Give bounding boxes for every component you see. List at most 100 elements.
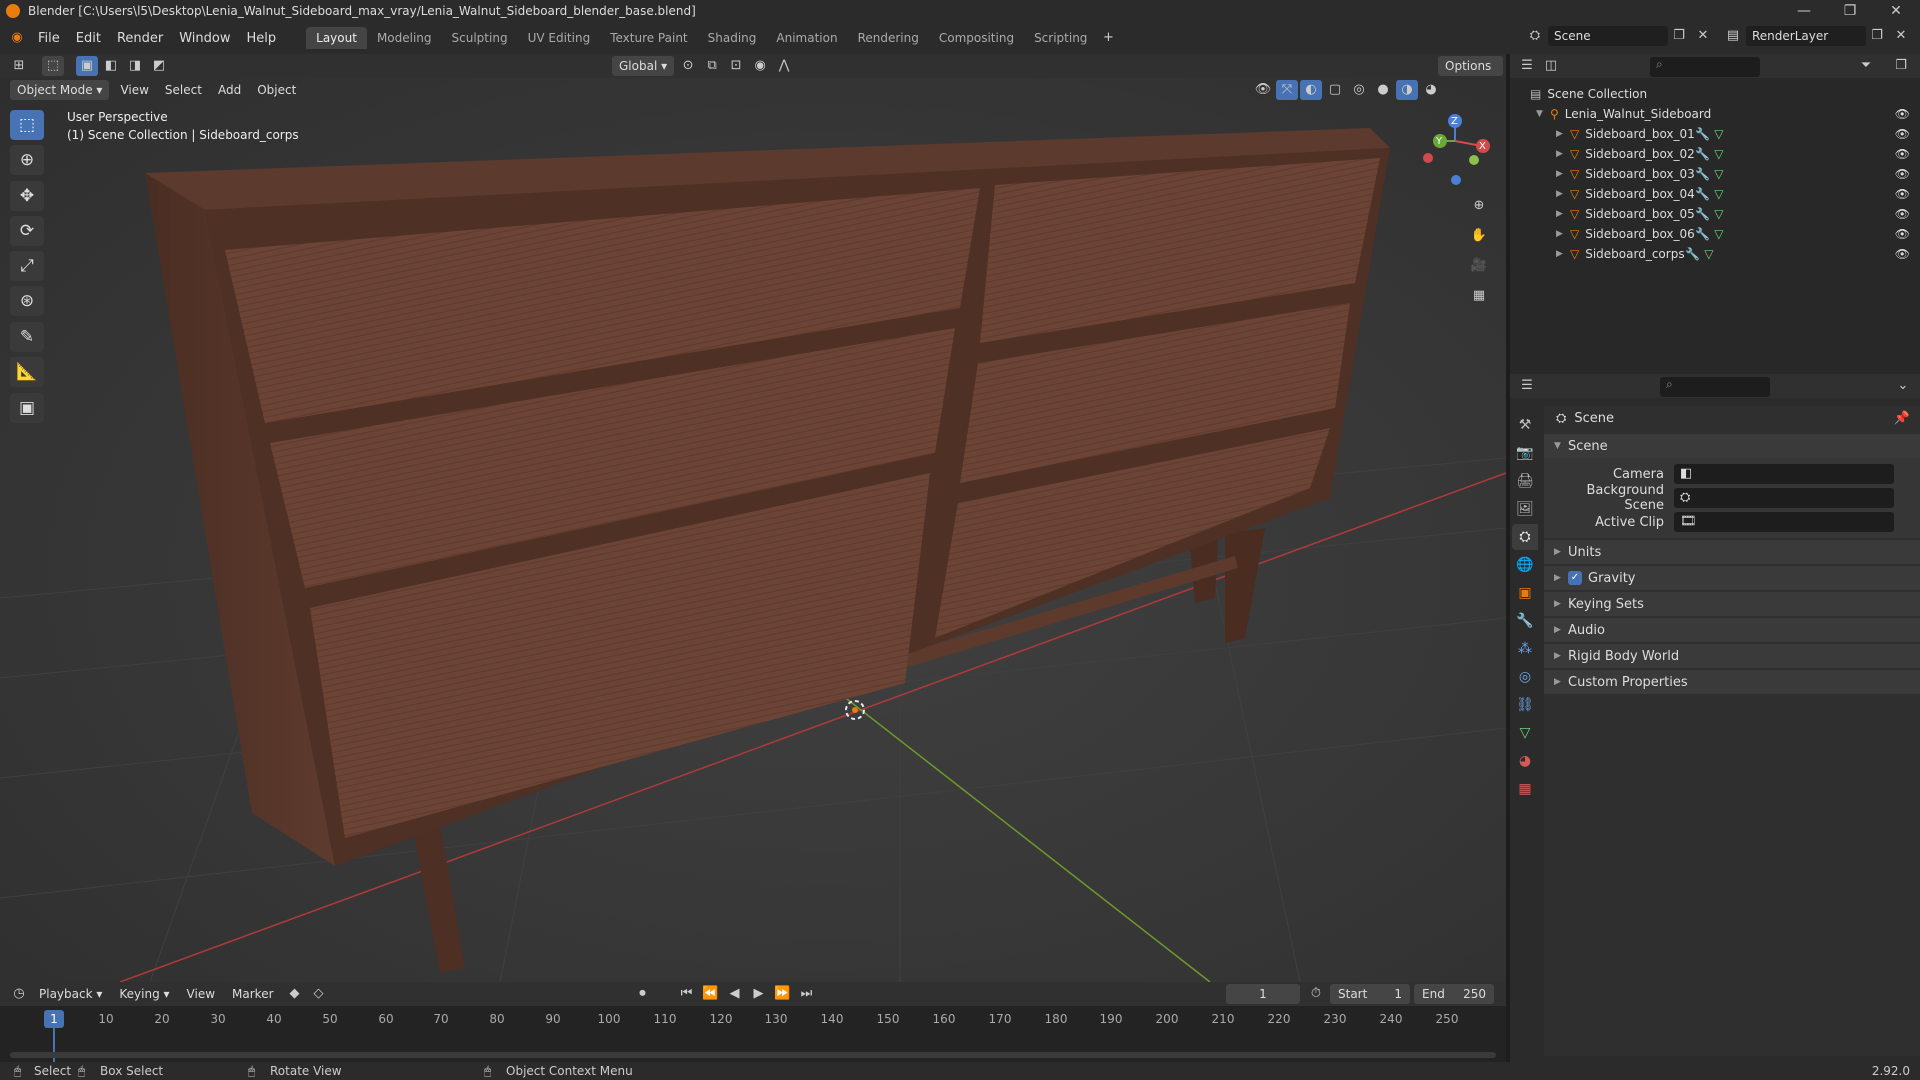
- tab-sculpting[interactable]: Sculpting: [442, 27, 518, 49]
- editor-type-icon[interactable]: ⊞: [8, 56, 30, 76]
- texture-tab-icon[interactable]: ▦: [1512, 776, 1538, 802]
- keying-sets-panel-header[interactable]: ▶ Keying Sets: [1544, 592, 1920, 616]
- panel-expand-icon[interactable]: ▶: [1554, 651, 1568, 661]
- cursor-tool-icon[interactable]: ⊕: [10, 145, 44, 175]
- particles-tab-icon[interactable]: ⁂: [1512, 636, 1538, 662]
- scene-tab-icon[interactable]: ⛭: [1512, 524, 1538, 550]
- ortho-grid-icon[interactable]: ▦: [1468, 286, 1490, 306]
- expand-arrow-icon[interactable]: ▶: [1556, 149, 1570, 159]
- select-mode-intersect-icon[interactable]: ◩: [148, 56, 170, 76]
- visibility-eye-icon[interactable]: 👁: [1895, 207, 1910, 221]
- jump-start-icon[interactable]: ⏮: [676, 984, 698, 1004]
- timeline-editor-type-icon[interactable]: ◷: [8, 984, 30, 1004]
- expand-arrow-icon[interactable]: ▶: [1556, 169, 1570, 179]
- xray-icon[interactable]: ▢: [1324, 80, 1346, 100]
- visibility-eye-icon[interactable]: 👁: [1895, 187, 1910, 201]
- rotate-tool-icon[interactable]: ⟳: [10, 216, 44, 246]
- display-mode-icon[interactable]: ◫: [1540, 56, 1562, 76]
- panel-expand-icon[interactable]: ▶: [1554, 625, 1568, 635]
- minimize-button[interactable]: —: [1782, 0, 1826, 22]
- render-layer-selector[interactable]: RenderLayer: [1746, 26, 1866, 46]
- outliner-item[interactable]: ▶ ▽ Sideboard_box_04 🔧 ▽ 👁: [1510, 184, 1920, 204]
- measure-tool-icon[interactable]: 📐: [10, 357, 44, 387]
- expand-arrow-icon[interactable]: ▶: [1556, 189, 1570, 199]
- tab-layout[interactable]: Layout: [306, 27, 367, 49]
- start-frame-field[interactable]: Start 1: [1330, 984, 1410, 1004]
- rigid-body-panel-header[interactable]: ▶ Rigid Body World: [1544, 644, 1920, 668]
- material-tab-icon[interactable]: ◕: [1512, 748, 1538, 774]
- visibility-eye-icon[interactable]: 👁: [1895, 167, 1910, 181]
- zoom-icon[interactable]: ⊕: [1468, 196, 1490, 216]
- outliner-item[interactable]: ▶ ▽ Sideboard_box_02 🔧 ▽ 👁: [1510, 144, 1920, 164]
- scene-selector[interactable]: Scene: [1548, 26, 1668, 46]
- camera-field[interactable]: ◧: [1674, 464, 1894, 484]
- move-tool-icon[interactable]: ✥: [10, 181, 44, 211]
- add-menu[interactable]: Add: [210, 83, 249, 97]
- scene-icon[interactable]: ⛭: [1524, 26, 1546, 46]
- menu-edit[interactable]: Edit: [68, 31, 109, 46]
- gravity-panel-header[interactable]: ▶ ✓ Gravity: [1544, 566, 1920, 590]
- select-mode-extend-icon[interactable]: ◧: [100, 56, 122, 76]
- wireframe-shading-icon[interactable]: ◎: [1348, 80, 1370, 100]
- delete-scene-icon[interactable]: ✕: [1692, 26, 1714, 46]
- tool-tab-icon[interactable]: ⚒: [1512, 412, 1538, 438]
- panel-expand-icon[interactable]: ▶: [1554, 677, 1568, 687]
- annotate-tool-icon[interactable]: ✎: [10, 322, 44, 352]
- keyframe-icon[interactable]: ◆: [284, 984, 306, 1004]
- world-tab-icon[interactable]: 🌐: [1512, 552, 1538, 578]
- pin-icon[interactable]: 📌: [1894, 411, 1910, 426]
- snap-target-icon[interactable]: ⊡: [725, 56, 747, 76]
- properties-search-input[interactable]: ⌕: [1660, 377, 1770, 397]
- falloff-icon[interactable]: ⋀: [773, 56, 795, 76]
- select-tool-icon[interactable]: ⬚: [42, 56, 64, 76]
- background-scene-field[interactable]: ⛭: [1674, 488, 1894, 508]
- render-tab-icon[interactable]: 📷: [1512, 440, 1538, 466]
- audio-panel-header[interactable]: ▶ Audio: [1544, 618, 1920, 642]
- transform-orientation-dropdown[interactable]: Global ▾: [612, 56, 675, 76]
- visibility-icon[interactable]: 👁: [1252, 80, 1274, 100]
- scale-tool-icon[interactable]: ⤢: [10, 251, 44, 281]
- marker-menu[interactable]: Marker: [225, 984, 280, 1004]
- properties-options-icon[interactable]: ⌄: [1892, 376, 1914, 396]
- visibility-eye-icon[interactable]: 👁: [1895, 107, 1910, 121]
- end-frame-field[interactable]: End 250: [1414, 984, 1494, 1004]
- current-frame-field[interactable]: 1: [1226, 984, 1300, 1004]
- solid-shading-icon[interactable]: ●: [1372, 80, 1394, 100]
- gizmo-toggle-icon[interactable]: ⤧: [1276, 80, 1298, 100]
- tab-rendering[interactable]: Rendering: [848, 27, 929, 49]
- jump-end-icon[interactable]: ⏭: [796, 984, 818, 1004]
- gizmo-z-label[interactable]: Z: [1451, 116, 1458, 127]
- visibility-eye-icon[interactable]: 👁: [1895, 147, 1910, 161]
- tab-animation[interactable]: Animation: [766, 27, 847, 49]
- next-keyframe-icon[interactable]: ⏩: [772, 984, 794, 1004]
- menu-window[interactable]: Window: [171, 31, 238, 46]
- properties-editor-type-icon[interactable]: ☰: [1516, 376, 1538, 396]
- gizmo-x-label[interactable]: X: [1479, 141, 1486, 152]
- tab-compositing[interactable]: Compositing: [929, 27, 1024, 49]
- tab-scripting[interactable]: Scripting: [1024, 27, 1097, 49]
- select-box-tool-icon[interactable]: ⬚: [10, 110, 44, 140]
- playback-menu[interactable]: Playback ▾: [32, 984, 109, 1004]
- data-tab-icon[interactable]: ▽: [1512, 720, 1538, 746]
- menu-render[interactable]: Render: [109, 31, 171, 46]
- panel-expand-icon[interactable]: ▶: [1554, 547, 1568, 557]
- panel-expand-icon[interactable]: ▶: [1554, 573, 1568, 583]
- new-scene-icon[interactable]: ❐: [1668, 26, 1690, 46]
- outliner-item[interactable]: ▶ ▽ Sideboard_box_05 🔧 ▽ 👁: [1510, 204, 1920, 224]
- maximize-button[interactable]: ❐: [1828, 0, 1872, 22]
- pivot-point-icon[interactable]: ⊙: [677, 56, 699, 76]
- outliner-item[interactable]: ▶ ▽ Sideboard_corps 🔧 ▽ 👁: [1510, 244, 1920, 264]
- select-mode-new-icon[interactable]: ▣: [76, 56, 98, 76]
- panel-expand-icon[interactable]: ▶: [1554, 599, 1568, 609]
- panel-collapse-icon[interactable]: ▼: [1554, 441, 1568, 451]
- mode-dropdown[interactable]: Object Mode ▾: [10, 80, 110, 100]
- pan-hand-icon[interactable]: ✋: [1468, 226, 1490, 246]
- tab-shading[interactable]: Shading: [698, 27, 767, 49]
- expand-arrow-icon[interactable]: ▶: [1556, 229, 1570, 239]
- prev-keyframe-icon[interactable]: ⏪: [700, 984, 722, 1004]
- scene-collection-row[interactable]: ▤ Scene Collection: [1510, 84, 1920, 104]
- visibility-eye-icon[interactable]: 👁: [1895, 227, 1910, 241]
- add-cube-tool-icon[interactable]: ▣: [10, 393, 44, 423]
- timeline-ruler[interactable]: 1 10 20 30 40 50 60 70 80 90 100 110 120…: [0, 1006, 1506, 1062]
- new-layer-icon[interactable]: ❐: [1866, 26, 1888, 46]
